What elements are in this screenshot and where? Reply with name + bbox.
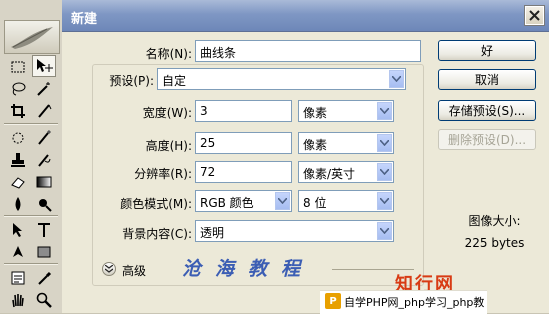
zoom-icon[interactable]: [32, 289, 56, 311]
chevron-double-down-icon: [105, 265, 113, 273]
shape-icon[interactable]: [32, 241, 56, 263]
chevron-down-icon[interactable]: [377, 102, 392, 120]
crop-icon[interactable]: [6, 100, 30, 122]
preset-label: 预设(P):: [98, 72, 154, 89]
chevron-down-icon[interactable]: [275, 192, 290, 210]
hand-icon[interactable]: [6, 289, 30, 311]
height-input[interactable]: 25: [195, 132, 292, 154]
preset-value: 自定: [162, 74, 187, 88]
advanced-toggle-button[interactable]: [102, 262, 116, 276]
chevron-down-icon[interactable]: [377, 222, 392, 240]
width-label: 宽度(W):: [142, 106, 192, 120]
move-icon[interactable]: [32, 55, 56, 77]
ok-button[interactable]: 好: [438, 40, 536, 61]
chevron-down-icon[interactable]: [377, 134, 392, 152]
color-mode-label: 颜色模式(M):: [120, 197, 192, 211]
type-icon[interactable]: [32, 219, 56, 241]
height-label: 高度(H):: [145, 139, 192, 153]
marquee-icon[interactable]: [6, 56, 30, 78]
name-label: 名称(N):: [145, 47, 192, 61]
title-bar[interactable]: 新建: [62, 0, 549, 32]
resolution-input[interactable]: 72: [195, 161, 292, 183]
preset-select[interactable]: 自定: [157, 68, 406, 90]
resolution-unit-select[interactable]: 像素/英寸: [298, 161, 394, 183]
cancel-button[interactable]: 取消: [438, 69, 536, 90]
eraser-icon[interactable]: [6, 171, 30, 193]
name-input[interactable]: 曲线条: [195, 40, 421, 62]
color-mode-value: RGB 颜色: [200, 196, 254, 210]
delete-preset-button: 删除预设(D)...: [438, 129, 536, 150]
chevron-down-icon[interactable]: [377, 163, 392, 181]
save-preset-button[interactable]: 存储预设(S)...: [438, 100, 536, 121]
eyedropper-icon[interactable]: [32, 267, 56, 289]
resolution-label: 分辨率(R):: [134, 167, 192, 181]
background-label: 背景内容(C):: [122, 227, 192, 241]
close-icon: [529, 10, 540, 21]
dialog-title: 新建: [71, 12, 98, 27]
height-unit-select[interactable]: 像素: [298, 132, 394, 154]
notes-icon[interactable]: [6, 267, 30, 289]
magic-wand-icon[interactable]: [32, 78, 56, 100]
new-document-dialog: 新建 名称(N): 曲线条 预设(P): 自定 宽度(W): 3 像素 高度(H…: [62, 0, 549, 313]
brand-watermark-bottom: 自学PHP网_php学习_php教: [344, 296, 485, 309]
resolution-unit-value: 像素/英寸: [303, 167, 356, 181]
gradient-icon[interactable]: [32, 171, 56, 193]
image-size-value: 225 bytes: [464, 236, 525, 250]
pen-icon[interactable]: [6, 241, 30, 263]
height-unit-value: 像素: [303, 138, 328, 152]
healing-brush-icon[interactable]: [6, 127, 30, 149]
chevron-down-icon[interactable]: [389, 70, 404, 88]
chevron-down-icon[interactable]: [377, 192, 392, 210]
clone-stamp-icon[interactable]: [6, 149, 30, 171]
width-unit-value: 像素: [303, 106, 328, 120]
close-button[interactable]: [524, 5, 545, 26]
image-size-label: 图像大小:: [468, 214, 521, 228]
path-selection-icon[interactable]: [6, 219, 30, 241]
dodge-icon[interactable]: [32, 193, 56, 215]
toolbox: [0, 0, 63, 313]
feather-logo: [4, 20, 60, 54]
lasso-icon[interactable]: [6, 78, 30, 100]
watermark-text: 沧海教程: [182, 258, 315, 280]
background-value: 透明: [200, 226, 225, 240]
bit-depth-select[interactable]: 8 位: [298, 190, 394, 212]
width-input[interactable]: 3: [195, 100, 292, 122]
blur-icon[interactable]: [6, 193, 30, 215]
background-select[interactable]: 透明: [195, 220, 394, 242]
width-unit-select[interactable]: 像素: [298, 100, 394, 122]
php-logo-icon: P: [325, 293, 341, 309]
slice-icon[interactable]: [32, 100, 56, 122]
color-mode-select[interactable]: RGB 颜色: [195, 190, 292, 212]
brush-icon[interactable]: [32, 127, 56, 149]
advanced-label: 高级: [122, 264, 147, 278]
history-brush-icon[interactable]: [32, 149, 56, 171]
bit-depth-value: 8 位: [303, 196, 327, 210]
